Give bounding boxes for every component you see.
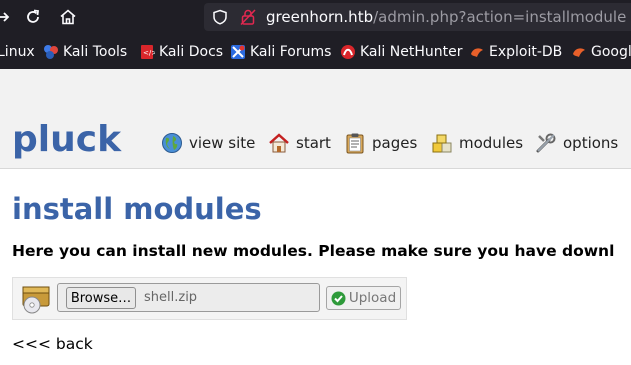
- upload-label: Upload: [348, 290, 397, 306]
- bookmark-kali-docs[interactable]: </> Kali Docs: [139, 42, 223, 62]
- shield-icon[interactable]: [212, 9, 228, 25]
- menu-item-label: pages: [372, 134, 418, 152]
- menu-item-label: options: [563, 134, 619, 152]
- upload-button[interactable]: Upload: [326, 286, 401, 310]
- kali-tools-icon: [44, 45, 58, 59]
- menu-item-label: start: [296, 134, 331, 152]
- menu-item-options[interactable]: options: [535, 131, 618, 155]
- tools-icon: [536, 133, 556, 153]
- menu-item-view-site[interactable]: view site: [161, 131, 255, 155]
- package-disc-icon: [22, 286, 50, 314]
- bookmark-kali-tools[interactable]: Kali Tools: [43, 42, 127, 62]
- bookmark-exploit-db[interactable]: Exploit-DB: [469, 42, 562, 62]
- menu-item-modules[interactable]: modules: [431, 131, 523, 155]
- bookmark-google-hacking-db[interactable]: Google: [571, 42, 631, 62]
- bookmark-label: Linux: [0, 44, 35, 60]
- kali-nethunter-icon: [341, 45, 355, 59]
- svg-text:</>: </>: [143, 49, 155, 57]
- menu-item-pages[interactable]: pages: [344, 131, 417, 155]
- bookmark-label: Kali Docs: [159, 44, 224, 60]
- globe-icon: [162, 133, 182, 153]
- intro-text: Here you can install new modules. Please…: [12, 242, 615, 260]
- bookmark-kali-nethunter[interactable]: Kali NetHunter: [340, 42, 462, 62]
- address-bar[interactable]: greenhorn.htb/admin.php?action=installmo…: [204, 3, 631, 31]
- insecure-lock-icon[interactable]: [240, 8, 256, 26]
- check-icon: [331, 291, 346, 305]
- selected-file-name: shell.zip: [144, 290, 198, 305]
- google-hacking-db-icon: [573, 48, 585, 57]
- kali-forums-icon: [231, 45, 245, 59]
- bookmark-linux[interactable]: Linux: [0, 42, 35, 62]
- exploit-db-icon: [471, 48, 483, 57]
- menu-item-label: modules: [459, 134, 524, 152]
- arrow-right-icon: [0, 12, 10, 22]
- bookmark-kali-forums[interactable]: Kali Forums: [230, 42, 331, 62]
- forward-button[interactable]: [0, 4, 16, 30]
- browse-button[interactable]: Browse…: [66, 287, 136, 309]
- url-host: greenhorn.htb: [266, 8, 374, 26]
- bookmark-label: Google: [591, 44, 631, 60]
- home-icon: [60, 9, 76, 25]
- url-text[interactable]: greenhorn.htb/admin.php?action=installmo…: [266, 8, 626, 26]
- menu-item-start[interactable]: start: [268, 131, 331, 155]
- bookmarks-bar: Linux Kali Tools </> Kali Docs Kali Foru…: [0, 34, 631, 69]
- back-link[interactable]: <<< back: [12, 334, 93, 354]
- house-icon: [269, 133, 289, 153]
- page-title: install modules: [12, 192, 262, 226]
- bookmark-label: Kali Forums: [250, 44, 332, 60]
- home-button[interactable]: [55, 4, 81, 30]
- reload-button[interactable]: [20, 4, 46, 30]
- bookmark-label: Kali Tools: [63, 44, 128, 60]
- menu-item-label: view site: [189, 134, 256, 152]
- modules-blocks-icon: [432, 134, 452, 153]
- browser-toolbar: greenhorn.htb/admin.php?action=installmo…: [0, 0, 631, 34]
- bookmark-label: Exploit-DB: [489, 44, 563, 60]
- reload-icon: [27, 9, 40, 23]
- clipboard-icon: [346, 133, 364, 154]
- bookmark-label: Kali NetHunter: [360, 44, 463, 60]
- url-path: /admin.php?action=installmodule: [373, 8, 627, 26]
- kali-docs-icon: </>: [141, 45, 155, 59]
- site-logo[interactable]: pluck: [12, 118, 121, 162]
